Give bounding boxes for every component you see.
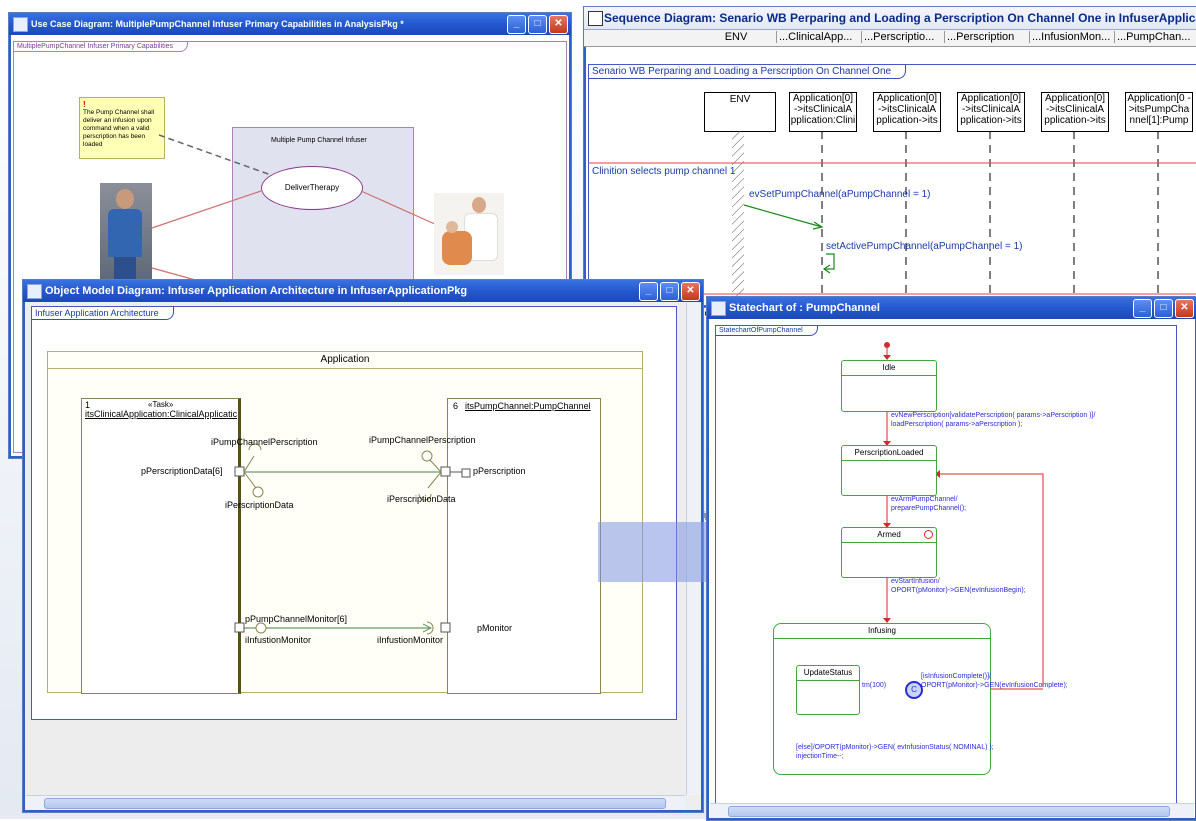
transition-t5a[interactable]: [isInfusionComplete()]/ [921,672,991,681]
state-infusing-label: Infusing [774,624,990,639]
port-iInfL: iInfustionMonitor [245,635,312,645]
statechart-hscroll-thumb[interactable] [728,806,1170,817]
transition-t3a[interactable]: evStartInfusion/ [891,577,940,586]
state-idle[interactable]: Idle [841,360,937,412]
port-pMonitorL: pPumpChannelMonitor[6] [245,614,348,624]
state-idle-label: Idle [842,361,936,376]
transition-t6a[interactable]: [else]/OPORT(pMonitor)->GEN( evInfusionS… [796,743,994,752]
state-armed[interactable]: Armed [841,527,937,578]
sequence-window[interactable]: Sequence Diagram: Senario WB Perparing a… [583,6,1196,308]
port-iPerscriptionData: iPerscriptionData [387,494,456,504]
transition-t3b[interactable]: OPORT(pMonitor)->GEN(evInfusionBegin); [891,586,1026,595]
condition-text: Clinition selects pump channel 1 [592,166,736,177]
state-update-status[interactable]: UpdateStatus [796,665,860,715]
transition-t5b[interactable]: OPORT(pMonitor)->GEN(evInfusionComplete)… [921,681,1068,690]
transition-t1b[interactable]: loadPerscription( params->aPerscription … [891,420,1022,429]
actor-patient-photo [434,193,504,275]
state-armed-label: Armed [842,528,936,543]
condition-label: C [911,685,917,694]
transition-t2a[interactable]: evArmPumpChannel/ [891,495,958,504]
actor-nurse-photo [100,183,152,283]
transition-t2b[interactable]: preparePumpChannel(); [891,504,966,513]
port-pMonitor: pMonitor [477,623,513,633]
state-loaded-label: PerscriptionLoaded [842,446,936,461]
msg-evSetPumpChannel[interactable]: evSetPumpChannel(aPumpChannel = 1) [749,189,931,200]
port-pPerscription: pPerscription [473,466,526,476]
history-icon [924,530,933,539]
transition-t4[interactable]: tm(100) [862,681,886,690]
state-update-label: UpdateStatus [797,666,859,681]
objectmodel-hscroll[interactable] [26,795,685,810]
state-perscription-loaded[interactable]: PerscriptionLoaded [841,445,937,496]
transition-t6b[interactable]: injectionTime--; [796,752,844,761]
port-pPersData: pPerscriptionData[6] [141,466,223,476]
port-iInfR: iInfustionMonitor [377,635,444,645]
objectmodel-hscroll-thumb[interactable] [44,798,666,809]
transition-t1a[interactable]: evNewPerscription[validatePerscription( … [891,411,1095,420]
msg-setActivePumpChannel[interactable]: setActivePumpChannel(aPumpChannel = 1) [826,241,1023,252]
port-iPersData: iPerscriptionData [225,500,294,510]
port-iPumpR: iPumpChannelPerscription [369,435,476,445]
port-iPumpL: iPumpChannelPerscription [211,437,318,447]
statechart-window[interactable]: Statechart of : PumpChannel _ □ ✕ Statecha… [706,296,1196,821]
sequence-lines [588,131,1196,307]
statechart-hscroll[interactable] [710,803,1194,818]
